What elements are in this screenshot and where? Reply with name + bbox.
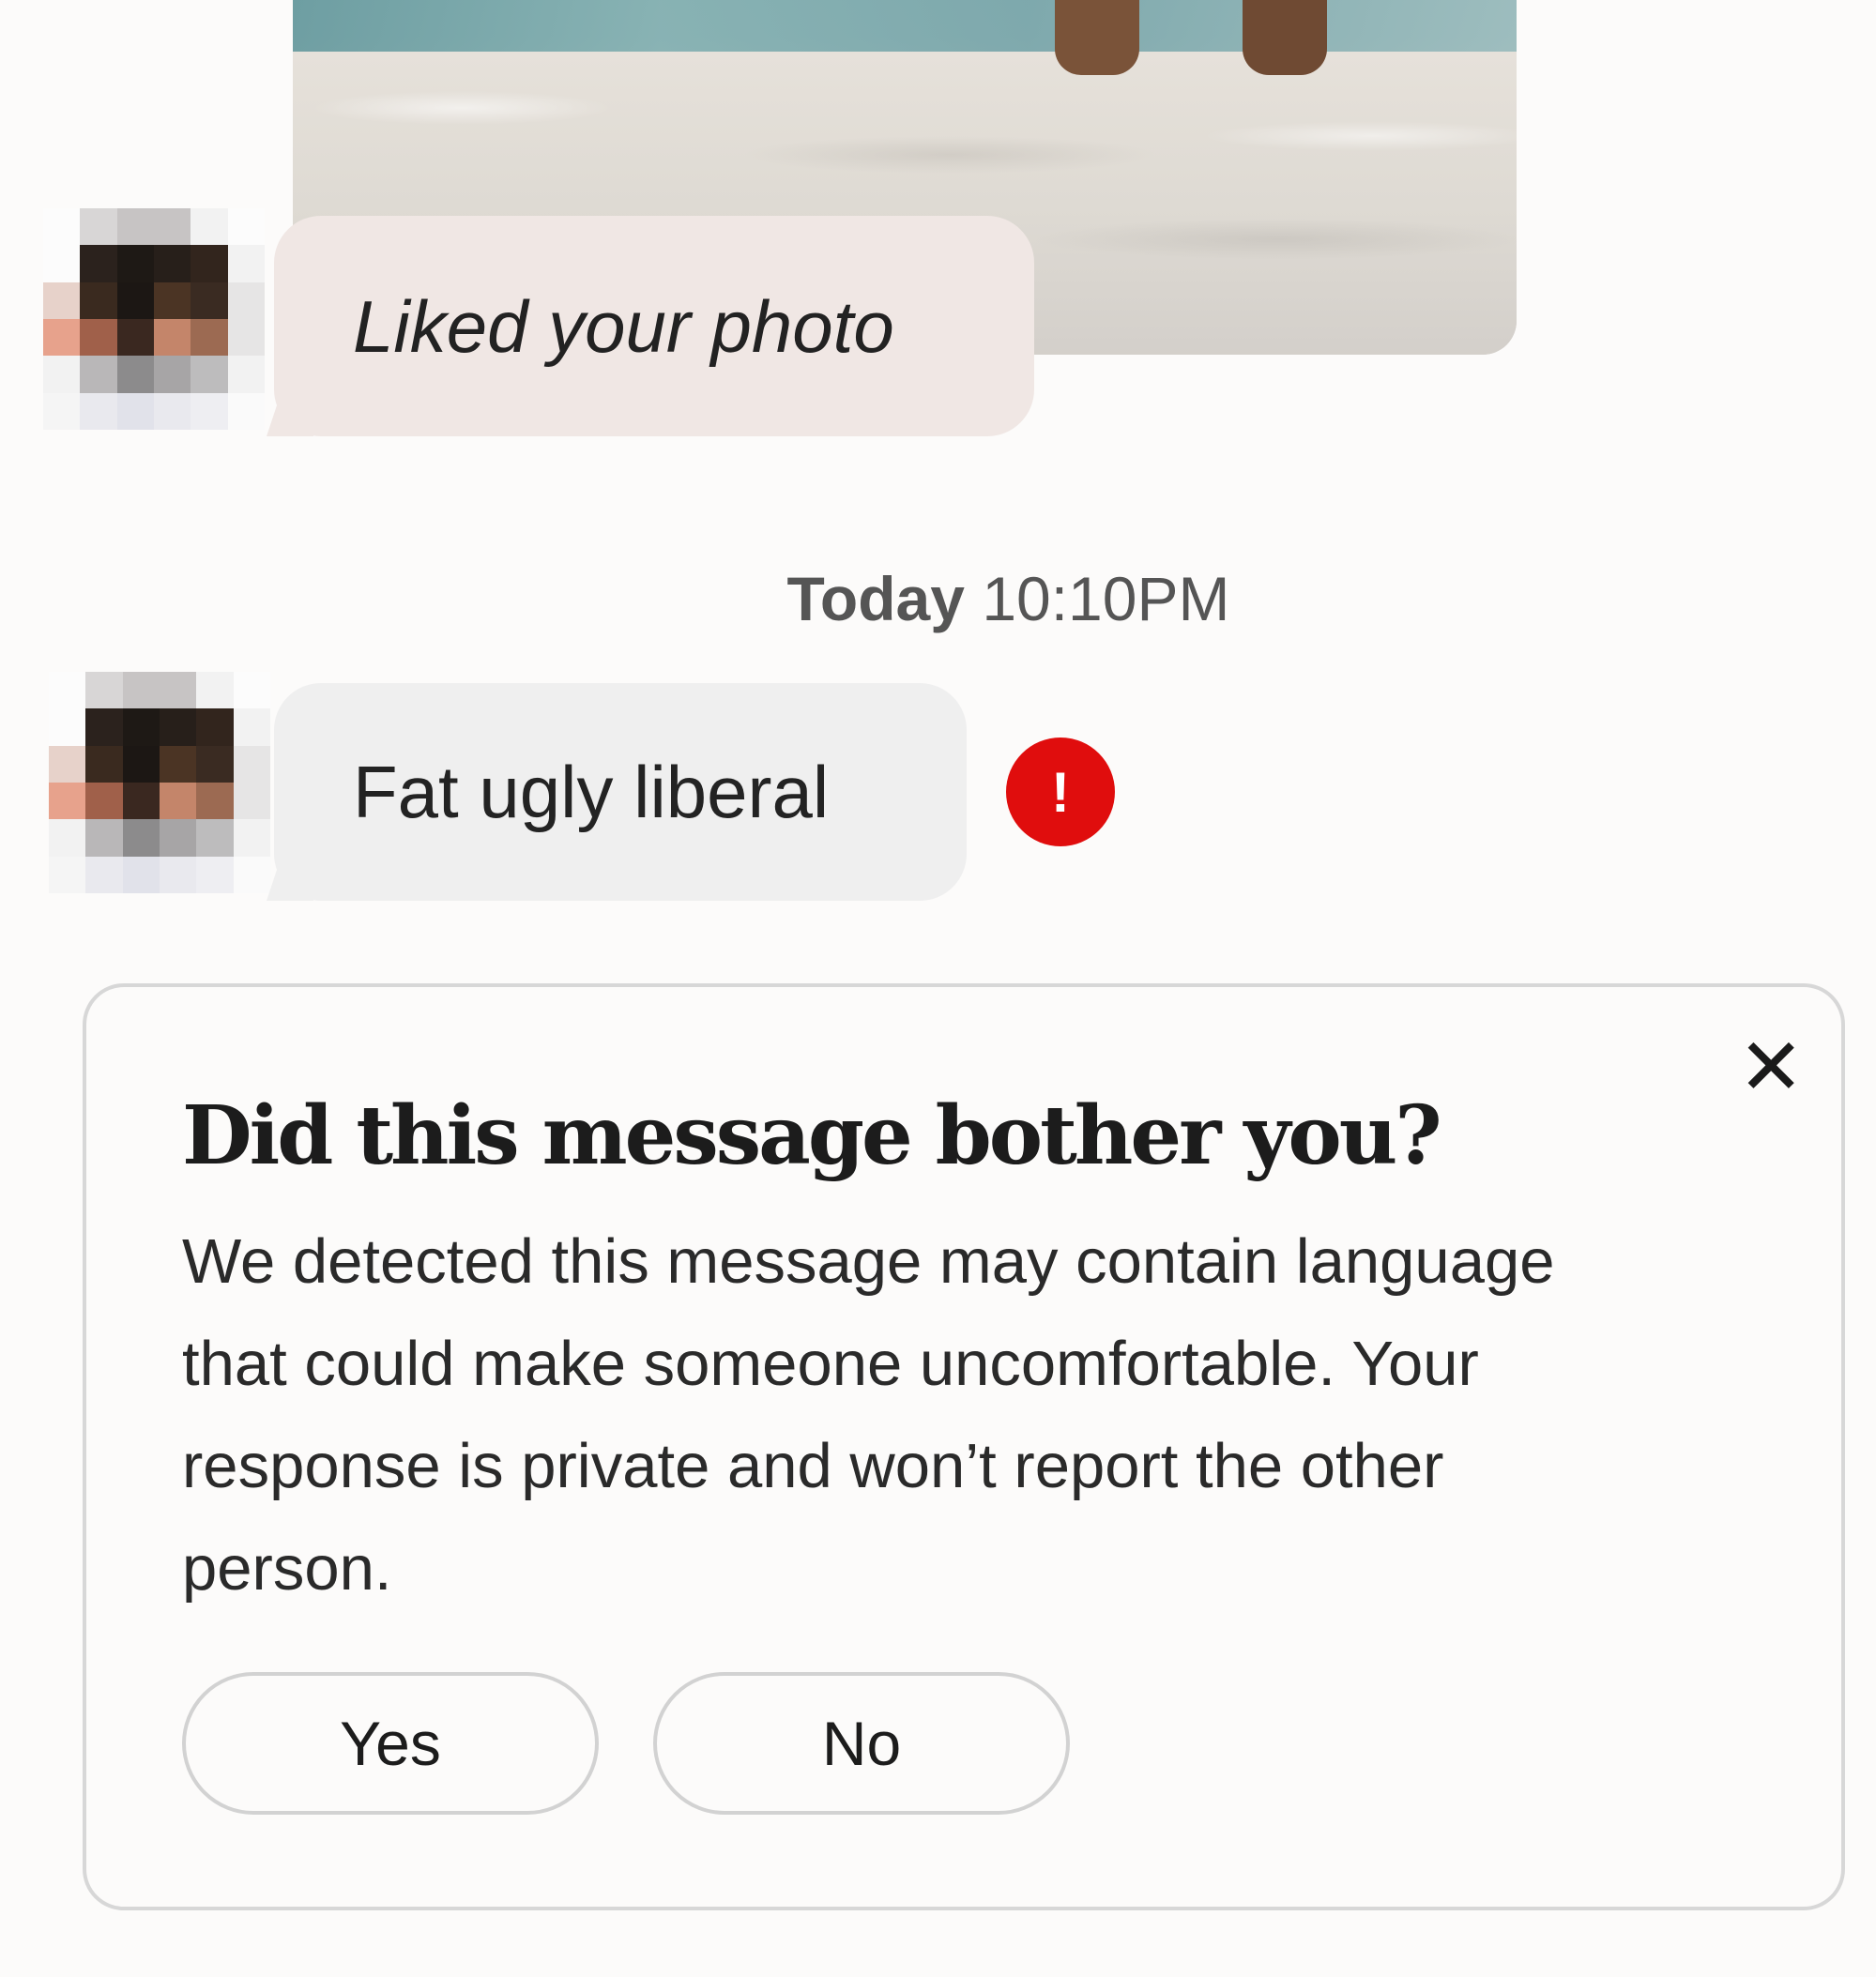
- liked-photo-text: Liked your photo: [353, 284, 894, 368]
- feedback-description: We detected this message may contain lan…: [182, 1226, 1555, 1604]
- timestamp-time: 10:10PM: [982, 564, 1230, 633]
- alert-icon[interactable]: !: [1006, 738, 1115, 846]
- yes-button[interactable]: Yes: [182, 1672, 599, 1815]
- liked-photo-bubble: Liked your photo: [274, 216, 1034, 436]
- received-message-bubble[interactable]: Fat ugly liberal: [274, 683, 967, 901]
- message-timestamp: Today 10:10PM: [0, 563, 1876, 634]
- received-message-text: Fat ugly liberal: [353, 751, 830, 833]
- timestamp-day: Today: [786, 564, 965, 633]
- sender-avatar[interactable]: [49, 672, 270, 893]
- feedback-title: Did this message bother you?: [182, 1088, 1442, 1183]
- photo-figure: [1055, 0, 1365, 77]
- no-button[interactable]: No: [653, 1672, 1070, 1815]
- alert-symbol: !: [1051, 760, 1070, 824]
- close-icon[interactable]: ✕: [1738, 1027, 1804, 1106]
- sender-avatar[interactable]: [43, 208, 265, 430]
